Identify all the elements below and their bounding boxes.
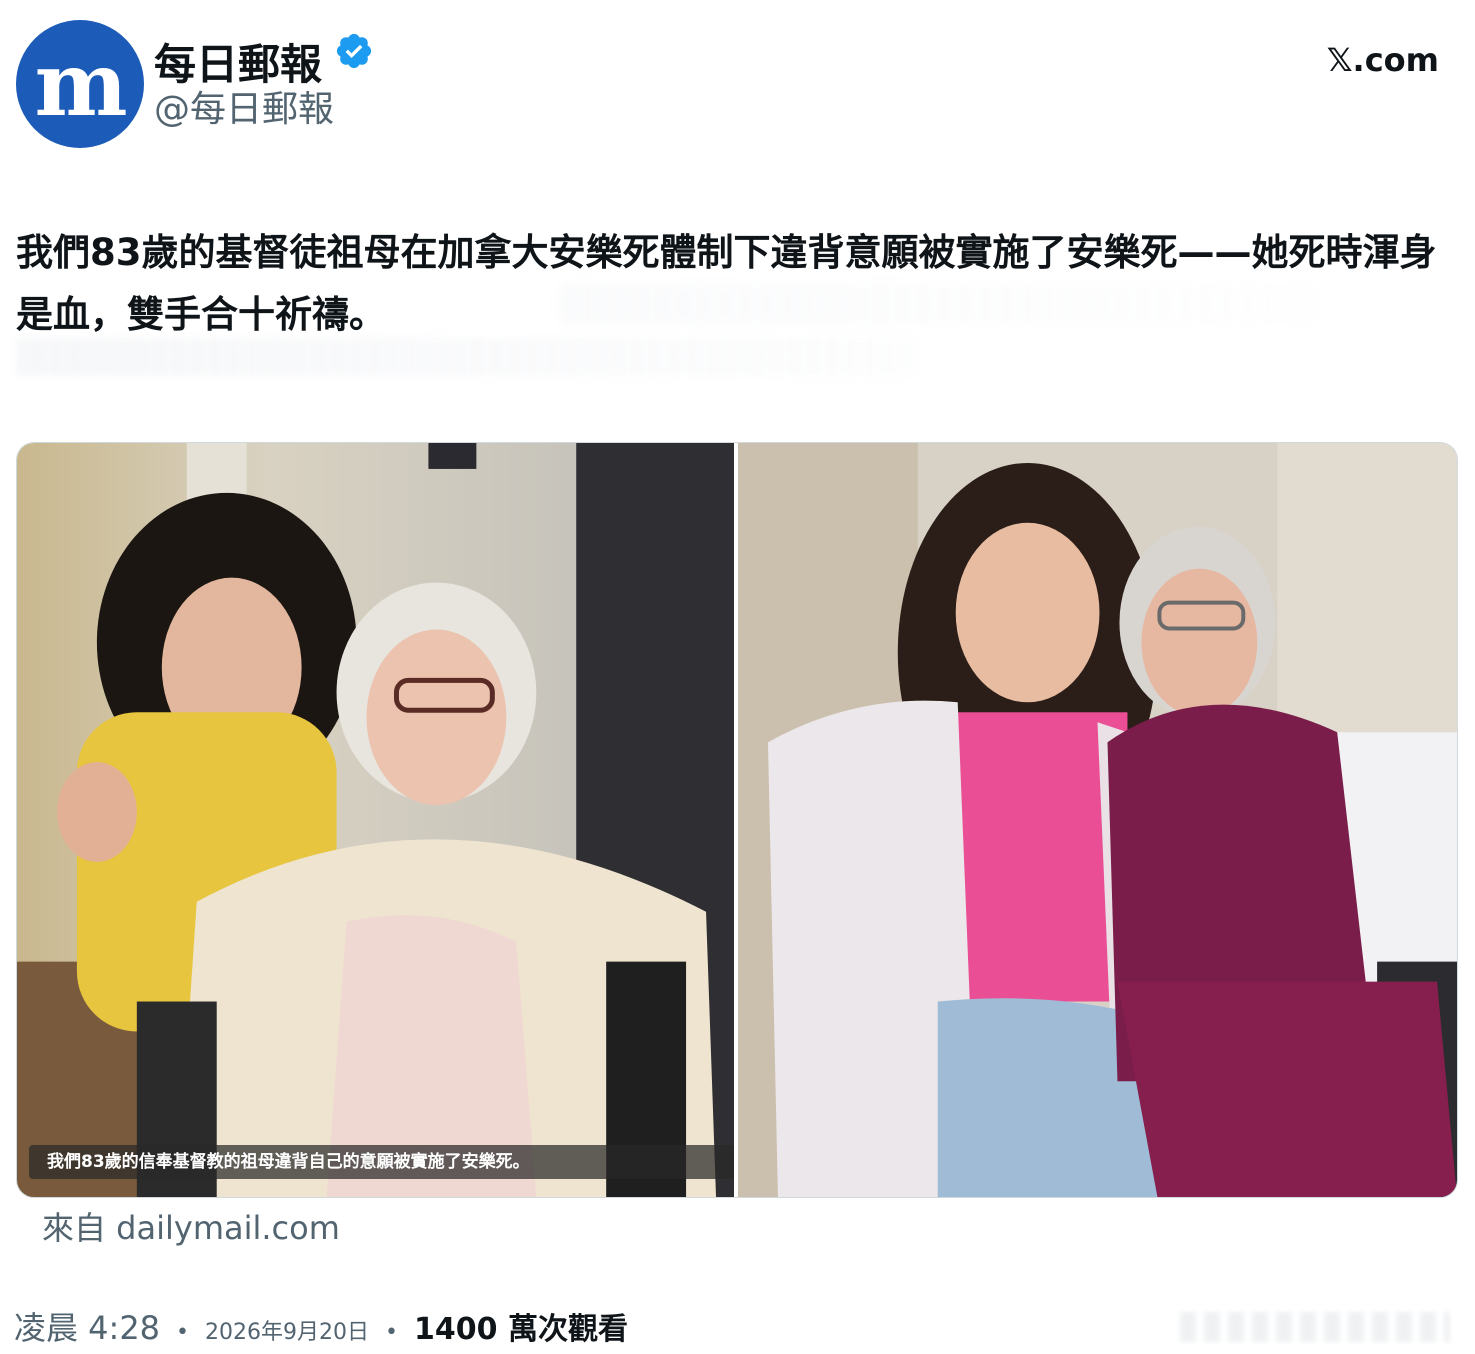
woman-and-elderly-woman-sitting-on-bed-photo[interactable] <box>738 443 1457 1197</box>
faded-text-overlay <box>560 284 1320 324</box>
woman-and-elderly-woman-in-wheelchair-photo[interactable]: 我們83歲的信奉基督教的祖母違背自己的意願被實施了安樂死。 <box>17 443 734 1197</box>
tweet-screenshot: m 每日郵報 @每日郵報 𝕏.com 我們83歲的基督徒祖母在加拿大安樂死體制下… <box>0 0 1475 1354</box>
faded-text-overlay <box>16 338 916 376</box>
view-count: 1400 萬次觀看 <box>414 1312 628 1347</box>
handle[interactable]: @每日郵報 <box>154 92 334 128</box>
date[interactable]: 2026年9月20日 <box>205 1313 369 1353</box>
daily-mail-logo-icon: m <box>34 32 127 136</box>
tweet-meta: 凌晨 4:28 • 2026年9月20日 • 1400 萬次觀看 <box>14 1308 628 1353</box>
display-name-row[interactable]: 每日郵報 <box>154 33 374 86</box>
separator-dot: • <box>176 1320 190 1345</box>
timestamp[interactable]: 凌晨 4:28 <box>14 1308 160 1348</box>
image-caption: 我們83歲的信奉基督教的祖母違背自己的意願被實施了安樂死。 <box>29 1145 734 1179</box>
site-suffix: .com <box>1352 41 1439 79</box>
separator-dot: • <box>385 1320 398 1345</box>
x-logo-icon: 𝕏 <box>1326 41 1353 79</box>
avatar[interactable]: m <box>16 20 144 148</box>
left-photo-illustration <box>17 443 734 1197</box>
x-com-label: 𝕏.com <box>1327 44 1439 76</box>
tweet-media[interactable]: 我們83歲的信奉基督教的祖母違背自己的意願被實施了安樂死。 <box>16 442 1458 1198</box>
faded-overlay <box>1180 1312 1450 1342</box>
verified-badge-icon <box>336 33 372 69</box>
display-name[interactable]: 每日郵報 <box>154 44 322 86</box>
link-source[interactable]: 來自 dailymail.com <box>42 1208 340 1248</box>
right-photo-illustration <box>738 443 1457 1197</box>
